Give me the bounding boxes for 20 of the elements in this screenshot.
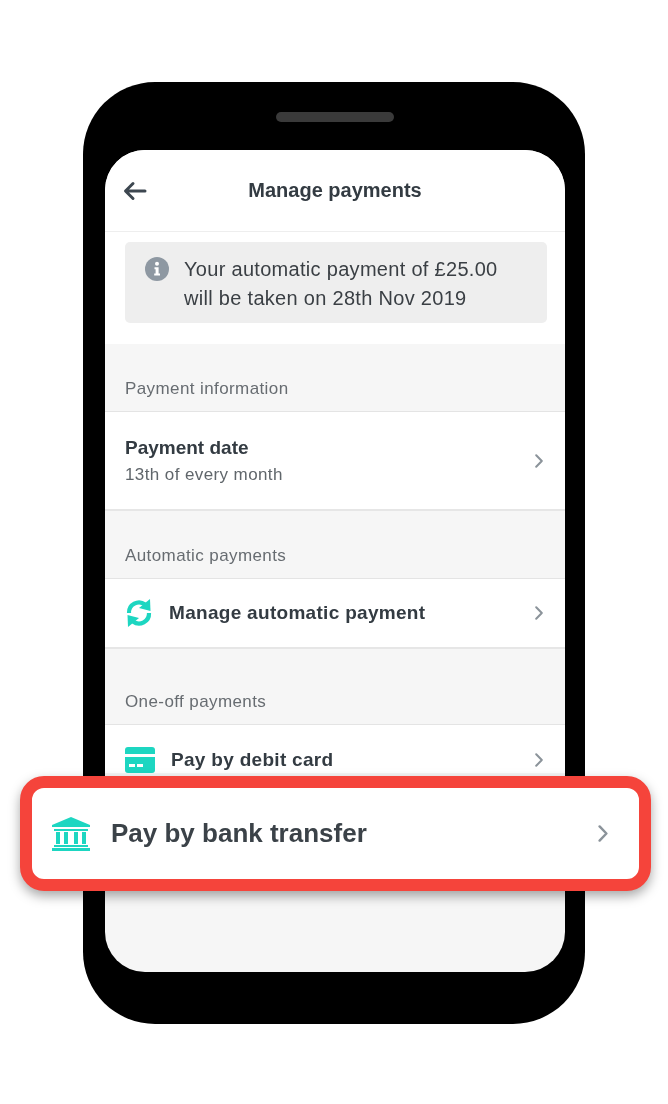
chevron-right-icon	[535, 453, 543, 468]
list-item[interactable]: Pay by debit card	[105, 724, 565, 773]
info-icon	[145, 257, 169, 281]
item-subtitle: 13th of every month	[125, 464, 284, 486]
section-heading: One-off payments	[124, 691, 268, 713]
card-icon	[125, 747, 155, 773]
chevron-right-icon	[598, 825, 608, 842]
list-item[interactable]: Payment date 13th of every month	[105, 411, 565, 511]
section-heading: Automatic payments	[124, 545, 288, 567]
list-item[interactable]: Manage automatic payment	[105, 578, 565, 649]
page-title: Manage payments	[248, 179, 422, 202]
refresh-icon	[125, 598, 153, 628]
back-arrow-icon[interactable]	[123, 180, 147, 201]
info-text: Your automatic payment of £25.00 will be taken on 28th Nov 2019	[184, 257, 499, 311]
chevron-right-icon	[535, 753, 543, 767]
item-title: Payment date	[125, 436, 250, 460]
chevron-right-icon	[535, 606, 543, 620]
section-heading: Payment information	[124, 378, 290, 400]
highlighted-list-item[interactable]: Pay by bank transfer	[20, 776, 651, 891]
bank-icon	[52, 816, 90, 851]
